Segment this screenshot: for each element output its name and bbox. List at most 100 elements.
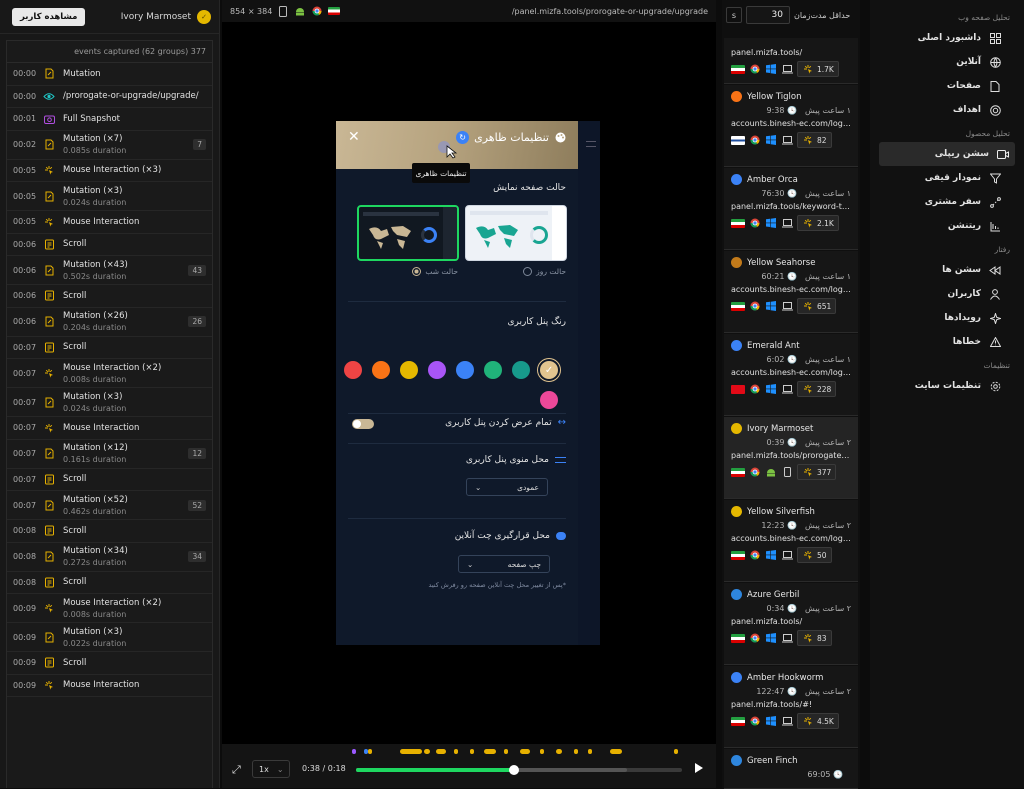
nav-item-retention[interactable]: ریتنشن — [879, 214, 1015, 238]
event-row[interactable]: 00:08Mutation (×34)0.272s duration34 — [7, 543, 212, 572]
android-icon — [294, 5, 306, 17]
event-row[interactable]: 00:00Mutation — [7, 63, 212, 86]
nav-item-funnel[interactable]: نمودار قیفی — [879, 166, 1015, 190]
play-icon[interactable] — [694, 762, 704, 774]
color-swatch[interactable]: ✓ — [540, 361, 558, 379]
timeline-marker[interactable] — [454, 749, 458, 754]
nav-item-grid[interactable]: داشبورد اصلی — [879, 26, 1015, 50]
color-swatch[interactable] — [456, 361, 474, 379]
night-mode-radio[interactable]: حالت شب — [412, 267, 458, 276]
nav-item-alert[interactable]: خطاها — [879, 330, 1015, 354]
session-card[interactable]: Yellow Silverfish۲ ساعت پیش🕓 12:23accoun… — [724, 500, 858, 582]
color-swatch[interactable] — [372, 361, 390, 379]
event-row[interactable]: 00:06Mutation (×26)0.204s duration26 — [7, 308, 212, 337]
nav-item-globe[interactable]: آنلاین — [879, 50, 1015, 74]
event-row[interactable]: 00:05Mouse Interaction — [7, 211, 212, 234]
event-row[interactable]: 00:07Scroll — [7, 469, 212, 492]
reset-icon[interactable]: ↻ — [456, 131, 469, 144]
event-row[interactable]: 00:05Mouse Interaction (×3) — [7, 160, 212, 183]
timeline-marker[interactable] — [368, 749, 372, 754]
scroll-icon — [39, 290, 59, 301]
event-row[interactable]: 00:07Mutation (×52)0.462s duration52 — [7, 491, 212, 520]
session-card[interactable]: Amber Orca۱ ساعت پیش🕓 76:30panel.mizfa.t… — [724, 168, 858, 250]
timeline-marker[interactable] — [556, 749, 562, 754]
event-row[interactable]: 00:09Scroll — [7, 652, 212, 675]
full-width-toggle[interactable] — [352, 419, 374, 429]
nav-item-video[interactable]: سشن ریپلی — [879, 142, 1015, 166]
timeline-marker[interactable] — [610, 749, 622, 754]
day-mode-radio[interactable]: حالت روز — [523, 267, 566, 276]
view-user-button[interactable]: مشاهده کاربر — [12, 8, 85, 26]
timeline-marker[interactable] — [504, 749, 508, 754]
event-row[interactable]: 00:09Mutation (×3)0.022s duration — [7, 623, 212, 652]
nav-item-user[interactable]: کاربران — [879, 282, 1015, 306]
event-row[interactable]: 00:01Full Snapshot — [7, 108, 212, 131]
event-row[interactable]: 00:09Mouse Interaction (×2)0.008s durati… — [7, 594, 212, 623]
timeline-marker[interactable] — [484, 749, 496, 754]
nav-item-file[interactable]: صفحات — [879, 74, 1015, 98]
nav-item-sparkle[interactable]: رویدادها — [879, 306, 1015, 330]
session-card[interactable]: Green Finch🕓 69:05 — [724, 749, 858, 789]
event-label: Mutation (×12) — [63, 443, 188, 453]
menu-position-select[interactable]: عمودی ⌄ — [466, 478, 548, 496]
timeline-marker[interactable] — [436, 749, 446, 754]
session-card[interactable]: Azure Gerbil۲ ساعت پیش🕓 0:34panel.mizfa.… — [724, 583, 858, 665]
event-row[interactable]: 00:07Mouse Interaction — [7, 417, 212, 440]
event-time: 00:07 — [13, 423, 39, 432]
color-swatch[interactable] — [484, 361, 502, 379]
nav-item-rewind[interactable]: سشن ها — [879, 258, 1015, 282]
fullscreen-icon[interactable]: ⤢ — [232, 763, 241, 777]
event-text: Mutation — [63, 69, 206, 79]
event-row[interactable]: 00:06Scroll — [7, 234, 212, 257]
timeline-marker[interactable] — [674, 749, 678, 754]
timeline-marker[interactable] — [540, 749, 544, 754]
progress-handle[interactable] — [509, 765, 519, 775]
session-card[interactable]: Ivory Marmoset۲ ساعت پیش🕓 0:39panel.mizf… — [724, 417, 858, 499]
color-swatch[interactable] — [540, 391, 558, 409]
timeline-marker[interactable] — [520, 749, 530, 754]
event-row[interactable]: 00:05Mutation (×3)0.024s duration — [7, 182, 212, 211]
timeline-marker[interactable] — [352, 749, 356, 754]
event-row[interactable]: 00:09Mouse Interaction — [7, 675, 212, 698]
session-user: Green Finch — [731, 755, 851, 766]
close-icon[interactable]: ✕ — [348, 129, 360, 145]
progress-bar[interactable] — [356, 768, 682, 772]
color-swatch[interactable] — [344, 361, 362, 379]
event-count: 7 — [193, 139, 206, 150]
session-card[interactable]: Yellow Seahorse۱ ساعت پیش🕓 60:21accounts… — [724, 251, 858, 333]
event-row[interactable]: 00:07Mutation (×12)0.161s duration12 — [7, 440, 212, 469]
chat-position-select[interactable]: چپ صفحه ⌄ — [458, 555, 550, 573]
min-duration-input[interactable]: 30 — [746, 6, 790, 24]
event-row[interactable]: 00:06Mutation (×43)0.502s duration43 — [7, 256, 212, 285]
event-row[interactable]: 00:07Mutation (×3)0.024s duration — [7, 388, 212, 417]
timeline-marker[interactable] — [574, 749, 578, 754]
session-duration: 🕓 9:38 — [767, 106, 797, 115]
event-row[interactable]: 00:07Scroll — [7, 337, 212, 360]
cursor-arrow-icon — [446, 145, 458, 159]
timeline-marker[interactable] — [470, 749, 474, 754]
playback-speed-select[interactable]: 1x ⌄ — [252, 760, 290, 778]
theme-option-day[interactable] — [465, 205, 567, 261]
event-count-value: 2.1K — [817, 219, 834, 228]
session-card[interactable]: panel.mizfa.tools/1.7K — [724, 38, 858, 84]
nav-item-gear[interactable]: تنظیمات سایت — [879, 374, 1015, 398]
nav-item-target[interactable]: اهداف — [879, 98, 1015, 122]
session-card[interactable]: Yellow Tiglon۱ ساعت پیش🕓 9:38accounts.bi… — [724, 85, 858, 167]
session-card[interactable]: Amber Hookworm۲ ساعت پیش🕓 122:47panel.mi… — [724, 666, 858, 748]
color-swatch[interactable] — [428, 361, 446, 379]
event-row[interactable]: 00:07Mouse Interaction (×2)0.008s durati… — [7, 359, 212, 388]
timeline-marker[interactable] — [588, 749, 592, 754]
nav-item-route[interactable]: سفر مشتری — [879, 190, 1015, 214]
event-row[interactable]: 00:08Scroll — [7, 520, 212, 543]
event-row[interactable]: 00:02Mutation (×7)0.085s duration7 — [7, 131, 212, 160]
theme-option-night[interactable] — [357, 205, 459, 261]
event-row[interactable]: 00:00/prorogate-or-upgrade/upgrade/ — [7, 86, 212, 109]
session-card[interactable]: Emerald Ant۱ ساعت پیش🕓 6:02accounts.bine… — [724, 334, 858, 416]
color-swatch[interactable] — [512, 361, 530, 379]
timeline-marker[interactable] — [424, 749, 430, 754]
color-swatch[interactable] — [400, 361, 418, 379]
event-row[interactable]: 00:06Scroll — [7, 285, 212, 308]
progress-fill — [356, 768, 514, 772]
event-row[interactable]: 00:08Scroll — [7, 572, 212, 595]
timeline-marker[interactable] — [400, 749, 422, 754]
